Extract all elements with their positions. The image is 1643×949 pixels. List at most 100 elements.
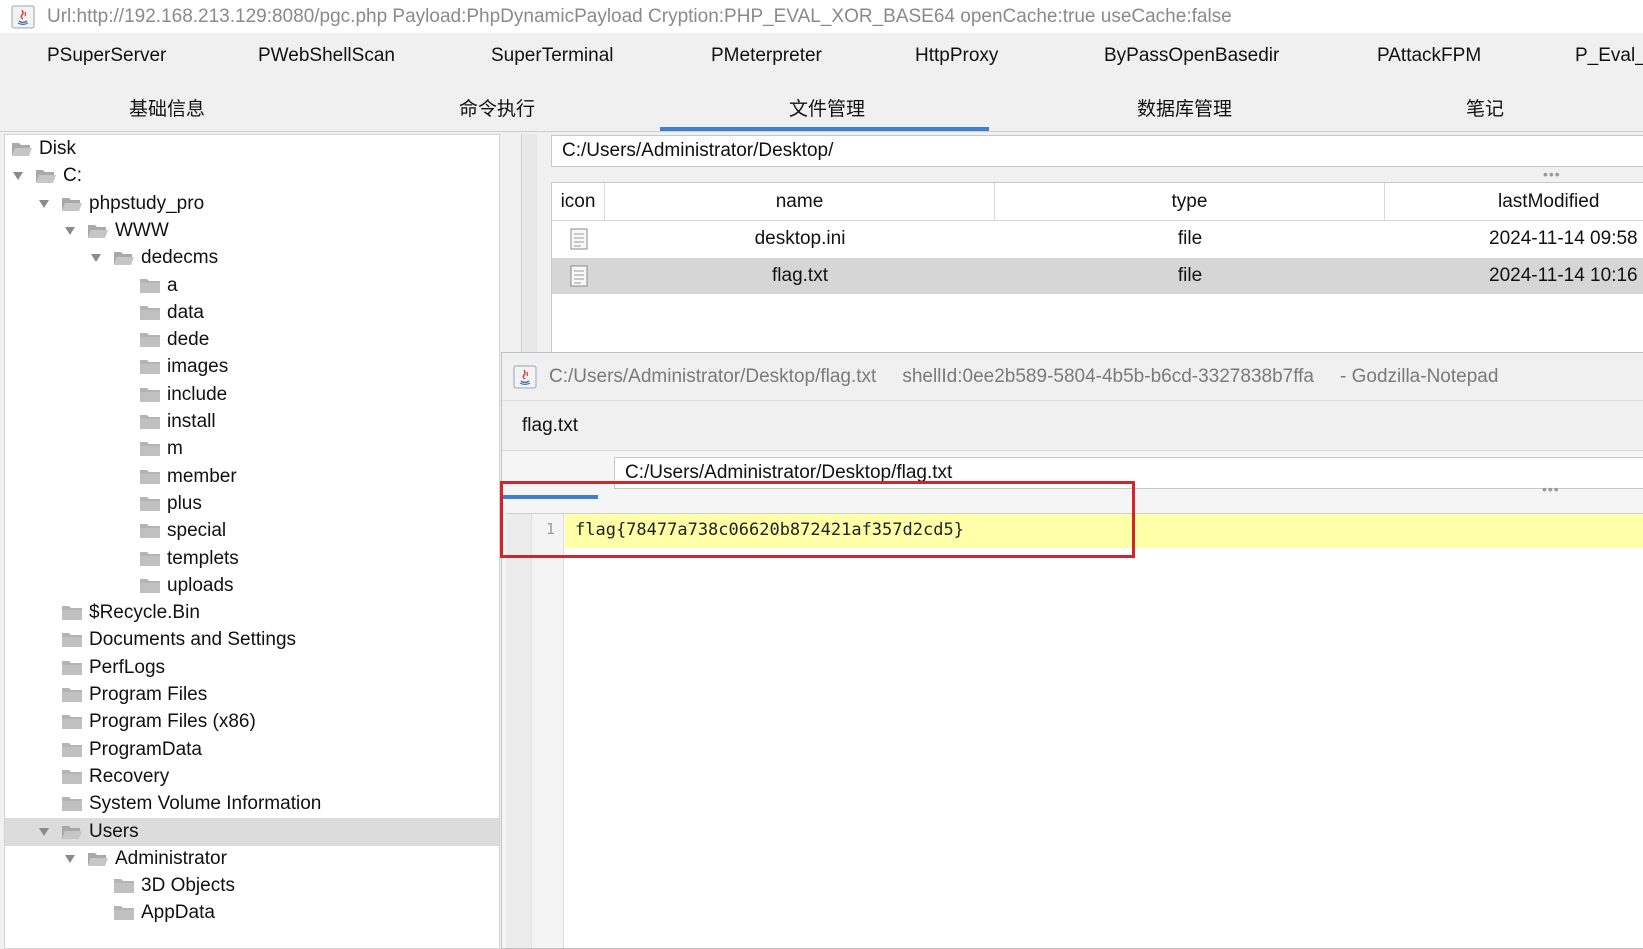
tab-database-manager[interactable]: 数据库管理 xyxy=(1137,94,1232,121)
tree-item[interactable]: Disk xyxy=(5,135,499,163)
tree-item[interactable]: phpstudy_pro xyxy=(5,190,499,218)
tree-item[interactable]: uploads xyxy=(5,572,499,600)
main-tab-row: 基础信息 命令执行 文件管理 数据库管理 笔记 xyxy=(0,84,1643,132)
tab-pwebshellscan[interactable]: PWebShellScan xyxy=(258,45,395,67)
folder-open-icon xyxy=(35,167,57,185)
tree-item[interactable]: $Recycle.Bin xyxy=(5,599,499,627)
tree-scrollbar[interactable] xyxy=(521,134,537,360)
file-row[interactable]: desktop.ini file 2024-11-14 09:58 xyxy=(552,221,1643,257)
tab-basic-info[interactable]: 基础信息 xyxy=(129,94,205,121)
tab-superterminal[interactable]: SuperTerminal xyxy=(491,45,614,67)
tree-item[interactable]: dedecms xyxy=(5,244,499,272)
tree-item[interactable]: include xyxy=(5,381,499,409)
folder-icon xyxy=(61,631,83,649)
tree-item[interactable]: dede xyxy=(5,326,499,354)
file-icon-cell xyxy=(552,221,605,257)
folder-icon xyxy=(61,795,83,813)
folder-icon xyxy=(139,386,161,404)
java-app-icon xyxy=(513,365,537,388)
tree-item[interactable]: ProgramData xyxy=(5,736,499,764)
column-header-lastmodified[interactable]: lastModified xyxy=(1385,183,1643,221)
tree-item-label: include xyxy=(167,383,228,405)
path-input[interactable]: C:/Users/Administrator/Desktop/ xyxy=(551,135,1643,167)
folder-open-icon xyxy=(113,249,135,267)
file-name: flag.txt xyxy=(772,265,828,286)
tree-item-label: dede xyxy=(167,329,210,351)
chevron-down-icon[interactable] xyxy=(37,825,51,839)
chevron-down-icon[interactable] xyxy=(63,224,77,238)
tab-psuperserver[interactable]: PSuperServer xyxy=(47,45,166,67)
tree-item-label: Recovery xyxy=(89,765,170,787)
tree-item-label: System Volume Information xyxy=(89,793,322,815)
tree-item[interactable]: a xyxy=(5,272,499,300)
folder-icon xyxy=(139,468,161,486)
tab-flag-txt[interactable]: flag.txt xyxy=(502,401,598,451)
notepad-window: C:/Users/Administrator/Desktop/flag.txt … xyxy=(501,352,1643,949)
chevron-down-icon[interactable] xyxy=(63,852,77,866)
tree-item[interactable]: plus xyxy=(5,490,499,518)
tree-item[interactable]: WWW xyxy=(5,217,499,245)
tree-item-label: m xyxy=(167,438,183,460)
folder-icon xyxy=(139,522,161,540)
tree-item[interactable]: member xyxy=(5,463,499,491)
folder-open-icon xyxy=(11,140,33,158)
tab-httpproxy[interactable]: HttpProxy xyxy=(915,45,998,67)
window-title-bar: Url:http://192.168.213.129:8080/pgc.php … xyxy=(0,0,1643,33)
tab-pattackfpm[interactable]: PAttackFPM xyxy=(1377,45,1481,67)
file-icon-cell xyxy=(552,258,605,294)
tree-item-label: $Recycle.Bin xyxy=(89,602,200,624)
tree-item[interactable]: Administrator xyxy=(5,845,499,873)
java-app-icon xyxy=(11,5,35,28)
tree-item[interactable]: AppData xyxy=(5,899,499,927)
tree-item[interactable]: 3D Objects xyxy=(5,872,499,900)
directory-tree[interactable]: Disk C: phpstudy_pro WWW dedecms a data dede ima… xyxy=(4,134,500,949)
tree-item-label: Documents and Settings xyxy=(89,629,297,651)
folder-open-icon xyxy=(61,195,83,213)
tab-file-manager[interactable]: 文件管理 xyxy=(789,94,865,121)
code-editor[interactable]: 1 flag{78477a738c06620b872421af357d2cd5} xyxy=(506,513,1643,948)
tree-item[interactable]: System Volume Information xyxy=(5,790,499,818)
tree-item[interactable]: PerfLogs xyxy=(5,654,499,682)
tree-item[interactable]: Program Files (x86) xyxy=(5,708,499,736)
column-header-type[interactable]: type xyxy=(995,183,1385,221)
tree-item-label: C: xyxy=(63,165,82,187)
tree-item[interactable]: special xyxy=(5,517,499,545)
notepad-title-path: C:/Users/Administrator/Desktop/flag.txt xyxy=(549,365,877,387)
ellipsis-icon[interactable]: ••• xyxy=(1542,481,1560,497)
chevron-down-icon[interactable] xyxy=(89,251,103,265)
ellipsis-icon[interactable]: ••• xyxy=(1543,166,1561,182)
tab-p-eval-c[interactable]: P_Eval_C xyxy=(1575,45,1643,67)
tree-item-label: data xyxy=(167,301,204,323)
tree-item[interactable]: images xyxy=(5,353,499,381)
notepad-app-name: - Godzilla-Notepad xyxy=(1340,365,1499,387)
tree-item[interactable]: templets xyxy=(5,545,499,573)
tree-item-label: AppData xyxy=(141,902,215,924)
file-icon xyxy=(570,228,587,250)
chevron-down-icon[interactable] xyxy=(11,169,25,183)
notepad-title-bar[interactable]: C:/Users/Administrator/Desktop/flag.txt … xyxy=(502,353,1643,401)
folder-open-icon xyxy=(87,222,109,240)
tab-pmeterpreter[interactable]: PMeterpreter xyxy=(711,45,822,67)
tree-item[interactable]: Documents and Settings xyxy=(5,626,499,654)
tree-item[interactable]: C: xyxy=(5,162,499,190)
column-header-icon[interactable]: icon xyxy=(552,183,605,221)
folder-icon xyxy=(139,358,161,376)
tree-item[interactable]: Recovery xyxy=(5,763,499,791)
tree-item-label: WWW xyxy=(115,219,169,241)
tab-command-exec[interactable]: 命令执行 xyxy=(459,94,535,121)
tab-notes[interactable]: 笔记 xyxy=(1466,94,1504,121)
tab-bypassopenbasedir[interactable]: ByPassOpenBasedir xyxy=(1104,45,1279,67)
folder-icon xyxy=(139,440,161,458)
folder-icon xyxy=(139,550,161,568)
notepad-shell-id: shellId:0ee2b589-5804-4b5b-b6cd-3327838b… xyxy=(902,365,1314,387)
tree-item-label: uploads xyxy=(167,574,234,596)
file-row-selected[interactable]: flag.txt file 2024-11-14 10:16 xyxy=(552,258,1643,294)
tree-item[interactable]: data xyxy=(5,299,499,327)
tree-item[interactable]: m xyxy=(5,435,499,463)
column-header-name[interactable]: name xyxy=(605,183,995,221)
tree-item[interactable]: install xyxy=(5,408,499,436)
tree-item[interactable]: Users xyxy=(5,817,499,846)
tree-item[interactable]: Program Files xyxy=(5,681,499,709)
chevron-down-icon[interactable] xyxy=(37,197,51,211)
file-last-modified: 2024-11-14 09:58 xyxy=(1489,228,1638,249)
